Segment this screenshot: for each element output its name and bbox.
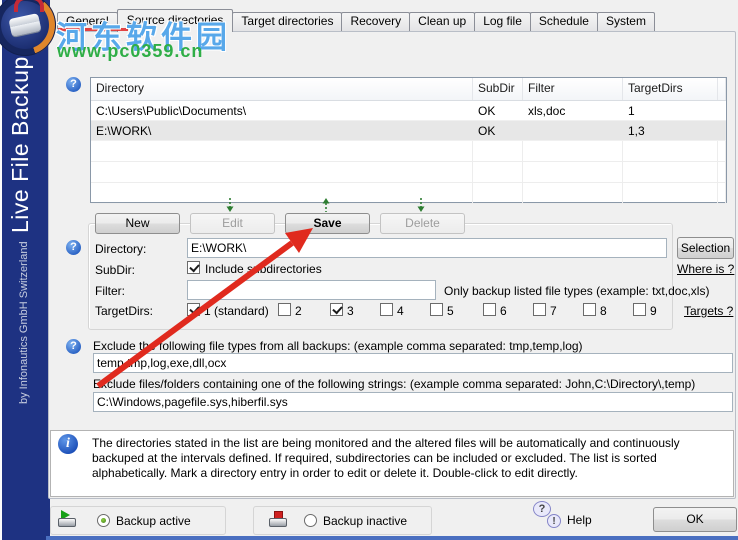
column-header-subdir[interactable]: SubDir (473, 78, 523, 100)
directory-input[interactable] (187, 238, 667, 258)
tab-target-directories[interactable]: Target directories (232, 12, 343, 31)
tab-recovery[interactable]: Recovery (341, 12, 411, 31)
cell-filler (718, 121, 726, 141)
backup-active-radio[interactable] (97, 514, 110, 527)
flow-down-arrow-icon (226, 198, 234, 212)
edit-button[interactable]: Edit (190, 213, 275, 234)
targetdir-6-label: 6 (500, 304, 507, 318)
exclude-strings-label: Exclude files/folders containing one of … (93, 377, 696, 391)
source-directories-table: Directory SubDir Filter TargetDirs C:\Us… (90, 77, 727, 204)
cell-subdir: OK (473, 121, 523, 141)
info-icon: i (58, 434, 78, 454)
tab-clean-up[interactable]: Clean up (409, 12, 476, 31)
backup-inactive-label: Backup inactive (323, 514, 408, 528)
save-button[interactable]: Save (285, 213, 370, 234)
backup-active-icon (58, 510, 76, 527)
flow-up-arrow-icon (322, 198, 330, 212)
help-icon-exclude[interactable]: ? (66, 339, 81, 354)
targetdir-2-label: 2 (295, 304, 302, 318)
help-icon-directory-list[interactable]: ? (66, 77, 81, 92)
info-text: The directories stated in the list are b… (92, 436, 680, 480)
table-empty-row (91, 141, 726, 162)
cell-subdir: OK (473, 101, 523, 121)
targetdir-8-label: 8 (600, 304, 607, 318)
targetdir-2-checkbox[interactable] (278, 303, 291, 316)
targetdir-9-checkbox[interactable] (633, 303, 646, 316)
ok-button[interactable]: OK (653, 507, 737, 532)
targets-link[interactable]: Targets ? (684, 304, 733, 318)
window-border-bottom (46, 536, 738, 540)
cell-directory: C:\Users\Public\Documents\ (91, 101, 473, 121)
subdir-label: SubDir: (95, 263, 136, 277)
table-row[interactable]: C:\Users\Public\Documents\ OK xls,doc 1 (91, 101, 726, 121)
cell-targetdirs: 1 (623, 101, 718, 121)
include-subdirectories-checkbox[interactable] (187, 261, 200, 274)
cell-filter: xls,doc (523, 101, 623, 121)
targetdir-1-label: 1 (standard) (204, 304, 269, 318)
targetdir-5-checkbox[interactable] (430, 303, 443, 316)
include-subdirectories-label: Include subdirectories (205, 262, 322, 276)
tab-system[interactable]: System (596, 12, 655, 31)
targetdir-7-label: 7 (550, 304, 557, 318)
filter-input[interactable] (187, 280, 436, 300)
table-row[interactable]: E:\WORK\ OK 1,3 (91, 121, 726, 141)
column-header-directory[interactable]: Directory (91, 78, 473, 100)
column-header-filter[interactable]: Filter (523, 78, 623, 100)
column-header-filler (718, 78, 726, 100)
help-bubbles-icon[interactable]: ? (533, 501, 551, 517)
where-is-link[interactable]: Where is ? (677, 262, 734, 276)
table-empty-row (91, 183, 726, 204)
table-header-row: Directory SubDir Filter TargetDirs (91, 78, 726, 101)
cell-targetdirs: 1,3 (623, 121, 718, 141)
backup-inactive-radio[interactable] (304, 514, 317, 527)
targetdir-3-label: 3 (347, 304, 354, 318)
targetdir-5-label: 5 (447, 304, 454, 318)
logo-red-arc (14, 0, 44, 12)
targetdirs-label: TargetDirs: (95, 304, 154, 318)
targetdir-7-checkbox[interactable] (533, 303, 546, 316)
help-bubbles-icon-exclaim: ! (547, 514, 561, 528)
exclude-types-label: Exclude the following file types from al… (93, 339, 583, 353)
flow-down-arrow-icon (417, 198, 425, 212)
directory-label: Directory: (95, 242, 147, 256)
targetdir-3-checkbox[interactable] (330, 303, 343, 316)
tab-log-file[interactable]: Log file (474, 12, 531, 31)
targetdir-9-label: 9 (650, 304, 657, 318)
backup-inactive-icon (269, 511, 287, 527)
targetdir-4-checkbox[interactable] (380, 303, 393, 316)
cell-filter (523, 121, 623, 141)
exclude-types-input[interactable] (93, 353, 733, 373)
app-title-vertical: Live File Backup (7, 56, 33, 233)
app-window: Live File Backup by Infonautics GmbH Swi… (0, 0, 738, 540)
exclude-strings-input[interactable] (93, 392, 733, 412)
backup-active-label: Backup active (116, 514, 191, 528)
filter-hint: Only backup listed file types (example: … (444, 284, 710, 298)
targetdir-1-checkbox[interactable] (187, 303, 200, 316)
tab-schedule[interactable]: Schedule (529, 12, 598, 31)
table-empty-row (91, 162, 726, 183)
targetdir-6-checkbox[interactable] (483, 303, 496, 316)
delete-button[interactable]: Delete (380, 213, 465, 234)
cell-filler (718, 101, 726, 121)
cell-directory: E:\WORK\ (91, 121, 473, 141)
watermark-site-url: www.pc0359.cn (57, 41, 204, 61)
new-button[interactable]: New (95, 213, 180, 234)
vendor-byline: by Infonautics GmbH Switzerland (18, 241, 30, 404)
selection-button[interactable]: Selection (677, 237, 734, 259)
filter-label: Filter: (95, 284, 125, 298)
targetdir-4-label: 4 (397, 304, 404, 318)
help-label[interactable]: Help (567, 513, 592, 527)
targetdir-8-checkbox[interactable] (583, 303, 596, 316)
help-icon-directory-edit[interactable]: ? (66, 240, 81, 255)
column-header-targetdirs[interactable]: TargetDirs (623, 78, 718, 100)
